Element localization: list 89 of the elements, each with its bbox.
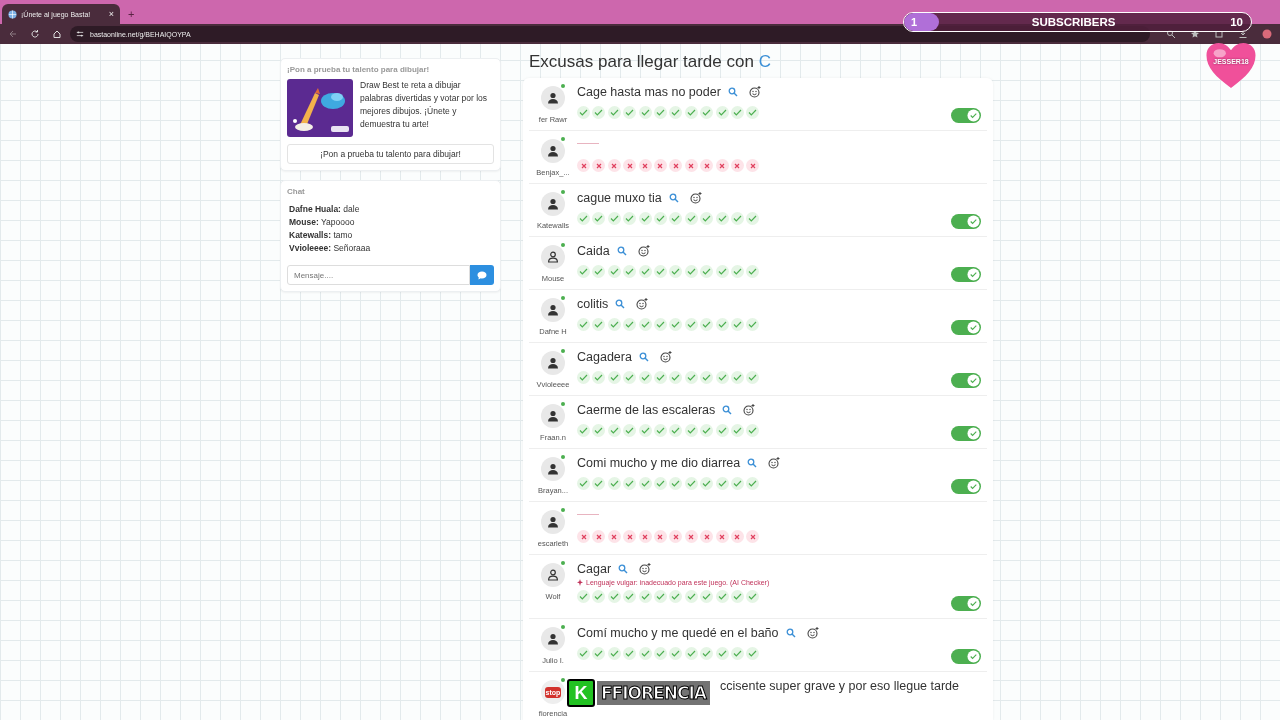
approve-toggle[interactable] <box>951 108 981 123</box>
person-icon <box>547 357 559 369</box>
answer-text: Cagadera <box>577 350 632 364</box>
add-reaction-icon[interactable] <box>637 245 650 257</box>
search-icon[interactable] <box>618 564 629 574</box>
approve-toggle[interactable] <box>951 426 981 441</box>
add-reaction-icon[interactable] <box>806 627 819 639</box>
answer-text: Cagar <box>577 562 612 576</box>
online-dot <box>561 190 565 194</box>
empty-answer-line <box>577 142 599 144</box>
caption-badge: K <box>567 679 595 707</box>
online-dot <box>561 678 565 682</box>
answer-text: Caerme de las escaleras <box>577 403 716 417</box>
subscriber-goal: 10 <box>1230 16 1243 28</box>
person-icon <box>547 633 559 645</box>
answer-text: cague muxo tia <box>577 191 662 205</box>
online-dot <box>561 402 565 406</box>
person-icon <box>547 145 559 157</box>
approve-toggle[interactable] <box>951 373 981 388</box>
add-reaction-icon[interactable] <box>639 563 652 575</box>
back-icon[interactable] <box>8 29 18 39</box>
sparkle-icon <box>577 579 583 586</box>
person-outline-icon <box>547 251 559 263</box>
person-icon <box>547 463 559 475</box>
person-icon <box>547 516 559 528</box>
promo-button[interactable]: ¡Pon a prueba tu talento para dibujar! <box>287 144 494 164</box>
profile-icon[interactable] <box>1262 29 1272 39</box>
online-dot <box>561 84 565 88</box>
online-dot <box>561 349 565 353</box>
heart-icon <box>1205 42 1257 89</box>
globe-icon <box>8 9 17 19</box>
online-dot <box>561 455 565 459</box>
chat-message: Mouse: Yapoooo <box>289 216 356 229</box>
extensions-icon[interactable] <box>1214 29 1224 39</box>
online-dot <box>561 243 565 247</box>
add-reaction-icon[interactable] <box>636 298 649 310</box>
reload-icon[interactable] <box>30 29 40 39</box>
online-dot <box>561 137 565 141</box>
search-icon[interactable] <box>615 299 626 309</box>
search-icon[interactable] <box>616 246 627 256</box>
promo-description: Draw Best te reta a dibujar palabras divertidas y votar por los mejores dibujos. ¡Únete y demuestra tu arte! <box>360 79 489 131</box>
add-reaction-icon[interactable] <box>659 351 672 363</box>
approve-toggle[interactable] <box>951 214 981 229</box>
answer-text: ccisente super grave y por eso llegue tarde <box>720 679 960 693</box>
message-input[interactable]: Mensaje.... <box>287 265 470 285</box>
approve-toggle[interactable] <box>951 479 981 494</box>
category-title: Excusas para llegar tarde con C <box>529 52 772 72</box>
approve-toggle[interactable] <box>951 320 981 335</box>
search-icon[interactable] <box>727 87 738 97</box>
add-reaction-icon[interactable] <box>689 192 702 204</box>
approve-toggle[interactable] <box>951 267 981 282</box>
close-tab-button[interactable]: × <box>108 9 114 19</box>
online-dot <box>561 625 565 629</box>
empty-answer-line <box>577 513 599 515</box>
send-button[interactable] <box>470 265 494 285</box>
person-icon <box>547 410 559 422</box>
online-dot <box>561 296 565 300</box>
person-icon <box>547 92 559 104</box>
answer-text: colitis <box>577 297 609 311</box>
add-reaction-icon[interactable] <box>748 86 761 98</box>
chat-message: Vvioleeee: Señoraaa <box>289 242 372 255</box>
online-dot <box>561 561 565 565</box>
add-reaction-icon[interactable] <box>743 404 756 416</box>
search-icon[interactable] <box>785 628 796 638</box>
approve-toggle[interactable] <box>951 649 981 664</box>
chat-message: Katewalls: tamo <box>289 229 354 242</box>
answer-text: Caida <box>577 244 610 258</box>
online-dot <box>561 508 565 512</box>
search-icon[interactable] <box>722 405 733 415</box>
add-reaction-icon[interactable] <box>768 457 781 469</box>
chat-heading: Chat <box>287 187 306 196</box>
promo-heading: ¡Pon a prueba tu talento para dibujar! <box>287 65 431 74</box>
answer-text: Cage hasta mas no poder <box>577 85 721 99</box>
person-outline-icon <box>547 569 559 581</box>
chat-message: Dafne Huala: dale <box>289 203 361 216</box>
approve-toggle[interactable] <box>951 596 981 611</box>
caption-text: FFIORENCIA <box>597 681 710 705</box>
home-icon[interactable] <box>52 29 62 39</box>
person-icon <box>547 304 559 316</box>
search-icon[interactable] <box>638 352 649 362</box>
answer-text: Comi mucho y me dio diarrea <box>577 456 741 470</box>
search-icon[interactable] <box>668 193 679 203</box>
answer-text: Comí mucho y me quedé en el baño <box>577 626 779 640</box>
person-icon <box>547 198 559 210</box>
subscriber-label: SUBSCRIBERS <box>1030 16 1117 28</box>
site-settings-icon[interactable] <box>76 30 84 38</box>
subscriber-count: 1 <box>911 16 918 28</box>
search-icon[interactable] <box>747 458 758 468</box>
chat-bubble-icon <box>477 270 487 280</box>
